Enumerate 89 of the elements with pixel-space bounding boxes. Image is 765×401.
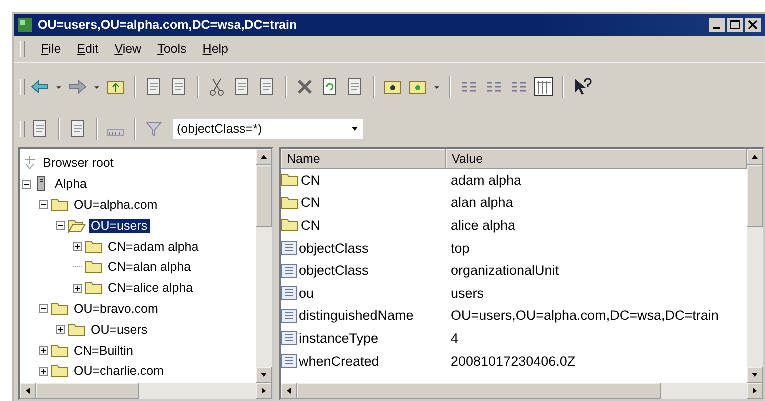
maximize-button[interactable] bbox=[727, 18, 743, 32]
vertical-scrollbar[interactable] bbox=[256, 149, 272, 383]
scroll-left-arrow-icon[interactable] bbox=[285, 387, 293, 395]
folder-icon bbox=[68, 322, 86, 337]
menu-item[interactable]: Edit bbox=[77, 42, 99, 56]
tree-item[interactable]: CN=Builtin bbox=[72, 344, 136, 358]
cut-icon[interactable] bbox=[207, 77, 227, 97]
attribute-value: OU=users,OU=alpha.com,DC=wsa,DC=train bbox=[450, 308, 719, 324]
scroll-down-arrow-icon[interactable] bbox=[260, 371, 268, 379]
tree-item[interactable]: OU=users bbox=[89, 218, 150, 233]
horizontal-scrollbar[interactable] bbox=[20, 383, 272, 399]
attribute-name: distinguishedName bbox=[299, 308, 414, 324]
attribute-icon bbox=[281, 286, 297, 300]
tree-item[interactable]: OU=charlie.com bbox=[72, 364, 166, 378]
attribute-value: users bbox=[450, 286, 484, 301]
folder-icon bbox=[51, 344, 69, 358]
tree-item[interactable]: CN=alan alpha bbox=[106, 260, 194, 274]
column-header[interactable]: Value bbox=[446, 149, 747, 169]
close-button[interactable] bbox=[745, 18, 761, 32]
tree-item[interactable]: Browser root bbox=[41, 156, 116, 170]
collapse-toggle[interactable] bbox=[22, 180, 31, 189]
expand-toggle[interactable] bbox=[56, 325, 65, 334]
menu-item[interactable]: Tools bbox=[158, 42, 187, 56]
tree-item[interactable]: Alpha bbox=[53, 177, 89, 192]
folder-icon bbox=[51, 364, 69, 378]
scroll-down-arrow-icon[interactable] bbox=[751, 371, 759, 379]
scroll-left-arrow-icon[interactable] bbox=[24, 387, 32, 395]
attribute-value: 20081017230406.0Z bbox=[450, 354, 576, 369]
scroll-right-arrow-icon[interactable] bbox=[260, 387, 268, 395]
folder-icon bbox=[85, 260, 103, 274]
minimize-button[interactable] bbox=[709, 18, 725, 32]
expand-toggle[interactable] bbox=[73, 284, 82, 293]
help-pointer-icon[interactable] bbox=[572, 77, 592, 97]
tree-item[interactable]: OU=bravo.com bbox=[72, 302, 160, 316]
scroll-right-arrow-icon[interactable] bbox=[751, 387, 759, 395]
plug-icon bbox=[22, 155, 38, 172]
scroll-up-arrow-icon[interactable] bbox=[260, 153, 268, 161]
expand-toggle[interactable] bbox=[39, 366, 48, 376]
vertical-scrollbar[interactable] bbox=[747, 149, 763, 383]
horizontal-scrollbar[interactable] bbox=[281, 383, 763, 399]
attribute-icon bbox=[281, 354, 297, 368]
tree-item[interactable]: OU=users bbox=[89, 322, 150, 337]
menu-item[interactable]: Help bbox=[202, 42, 228, 56]
app-icon bbox=[18, 18, 32, 32]
filter-field[interactable]: (objectClass=*) bbox=[173, 119, 363, 139]
dropdown-caret-icon[interactable] bbox=[351, 125, 359, 133]
column-header[interactable]: Name bbox=[281, 149, 446, 169]
collapse-toggle[interactable] bbox=[56, 221, 65, 230]
window-title: OU=users,OU=alpha.com,DC=wsa,DC=train bbox=[38, 18, 298, 32]
attribute-name: CN bbox=[301, 172, 320, 188]
expand-toggle[interactable] bbox=[39, 346, 48, 356]
attribute-name: CN bbox=[301, 195, 320, 210]
attribute-value: alan alpha bbox=[450, 195, 514, 210]
folder-icon bbox=[85, 240, 103, 254]
attribute-name: CN bbox=[301, 218, 320, 233]
menu-item[interactable]: View bbox=[114, 42, 142, 56]
attribute-icon bbox=[281, 331, 297, 346]
attribute-value: organizationalUnit bbox=[450, 263, 560, 278]
attribute-name: objectClass bbox=[299, 240, 369, 256]
attribute-value: alice alpha bbox=[450, 218, 516, 233]
folder-icon bbox=[281, 196, 299, 210]
attribute-name: objectClass bbox=[299, 263, 369, 278]
attribute-name: ou bbox=[299, 286, 314, 301]
folder-icon bbox=[85, 281, 103, 296]
tree-item[interactable]: CN=alice alpha bbox=[106, 281, 196, 296]
folder-icon bbox=[281, 218, 299, 232]
tree-item[interactable]: OU=alpha.com bbox=[72, 198, 160, 212]
delete-icon[interactable] bbox=[295, 77, 315, 97]
tree-item[interactable]: CN=adam alpha bbox=[106, 240, 201, 254]
attribute-name: whenCreated bbox=[299, 354, 380, 369]
forward-arrow-icon[interactable] bbox=[68, 77, 88, 97]
attribute-name: instanceType bbox=[299, 330, 379, 346]
folder-icon bbox=[51, 198, 69, 212]
expand-toggle[interactable] bbox=[73, 242, 82, 252]
attribute-icon bbox=[281, 308, 297, 323]
back-arrow-icon[interactable] bbox=[30, 77, 50, 97]
menu-item[interactable]: File bbox=[41, 42, 62, 56]
open-folder-icon bbox=[68, 218, 86, 233]
collapse-toggle[interactable] bbox=[39, 304, 48, 314]
attribute-icon bbox=[281, 241, 297, 256]
folder-icon bbox=[51, 302, 69, 316]
attribute-value: adam alpha bbox=[450, 172, 522, 188]
folder-icon bbox=[281, 173, 299, 188]
scroll-up-arrow-icon[interactable] bbox=[751, 153, 759, 161]
attribute-icon bbox=[281, 264, 297, 278]
collapse-toggle[interactable] bbox=[39, 200, 48, 210]
attribute-value: 4 bbox=[450, 330, 459, 346]
attribute-value: top bbox=[450, 240, 470, 256]
details-view-icon[interactable] bbox=[534, 77, 554, 97]
